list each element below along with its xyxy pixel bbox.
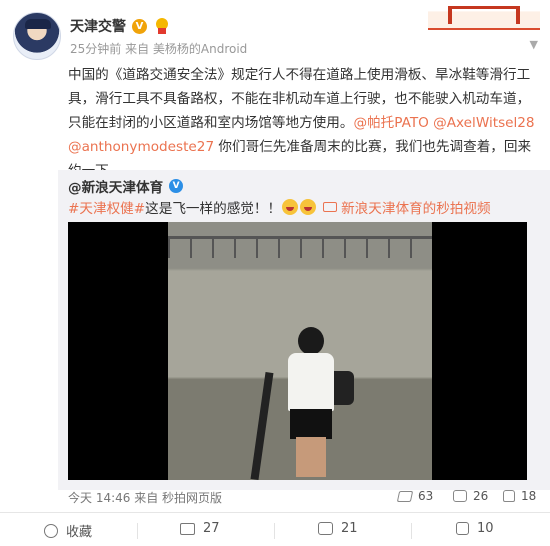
repost-button[interactable]: 27 (180, 521, 220, 536)
verified-badge-blue: V (169, 179, 184, 193)
laughing-emoji-icon (282, 199, 299, 215)
video-link[interactable]: 新浪天津体育的秒拍视频 (341, 197, 491, 217)
video-player[interactable] (68, 222, 527, 480)
video-frame (168, 222, 432, 480)
share-icon (396, 490, 414, 502)
award-icon[interactable] (153, 18, 171, 34)
divider (274, 523, 275, 539)
user-name[interactable]: 天津交警 (70, 16, 126, 36)
repost-like-count: 18 (521, 489, 537, 503)
repost-comment-count: 26 (473, 489, 489, 503)
like-icon (456, 522, 469, 535)
person-shorts (290, 409, 332, 439)
comment-count: 21 (341, 521, 358, 536)
mention-axelwitsel[interactable]: @AxelWitsel28 (433, 115, 534, 131)
favorite-label: 收藏 (66, 525, 93, 540)
comment-icon (453, 490, 467, 502)
divider (137, 523, 138, 539)
repost-share-stat[interactable]: 63 (396, 489, 434, 503)
great-wall-graphic (448, 6, 520, 24)
person-on-scooter (278, 327, 354, 477)
avatar-cap-decoration (25, 19, 51, 29)
repost-author-row: @新浪天津体育 V (68, 176, 184, 196)
name-row: 天津交警 V (70, 16, 171, 36)
avatar[interactable] (13, 12, 61, 60)
verified-badge: V (132, 18, 147, 34)
repost-author[interactable]: @新浪天津体育 (68, 176, 163, 196)
favorite-icon (44, 523, 58, 538)
person-head (298, 327, 324, 355)
mention-anthonymodeste[interactable]: @anthonymodeste27 (68, 139, 214, 155)
laughing-emoji-icon (300, 199, 317, 215)
person-legs (296, 437, 326, 477)
mention-pato[interactable]: @帕托PATO (353, 115, 428, 131)
post-meta: 25分钟前 来自 美杨杨的Android (70, 42, 248, 56)
repost-footer: 今天 14:46 来自 秒拍网页版 63 26 18 (58, 486, 550, 508)
repost-card: @新浪天津体育 V #天津权健# 这是飞一样的感觉！！ 新浪天津体育的秒拍视频 (58, 170, 550, 490)
post-header: 天津交警 V 25分钟前 来自 美杨杨的Android ▼ (0, 0, 550, 62)
repost-count: 27 (203, 521, 220, 536)
repost-icon (180, 522, 195, 535)
topic-tag[interactable]: #天津权健# (68, 197, 145, 217)
repost-text: #天津权健# 这是飞一样的感觉！！ 新浪天津体育的秒拍视频 (68, 197, 491, 217)
post-text: 中国的《道路交通安全法》规定行人不得在道路上使用滑板、旱冰鞋等滑行工具，滑行工具… (68, 63, 538, 183)
like-count: 10 (477, 521, 494, 536)
repost-like-stat[interactable]: 18 (503, 489, 536, 503)
scooter (250, 371, 274, 480)
repost-share-count: 63 (418, 489, 434, 503)
repost-comment-stat[interactable]: 26 (453, 489, 488, 503)
like-icon (503, 490, 515, 502)
comment-icon (318, 522, 333, 535)
action-bar: 收藏 27 21 10 (0, 512, 550, 546)
repost-body: 这是飞一样的感觉！！ (145, 201, 282, 217)
favorite-button[interactable]: 收藏 (44, 521, 92, 540)
great-wall-banner (428, 0, 540, 30)
video-link-icon[interactable] (323, 202, 338, 212)
chevron-down-icon[interactable]: ▼ (530, 38, 538, 51)
person-shirt (288, 353, 334, 411)
railing (168, 236, 432, 258)
like-button[interactable]: 10 (456, 521, 494, 536)
divider (411, 523, 412, 539)
comment-button[interactable]: 21 (318, 521, 358, 536)
repost-time-info[interactable]: 今天 14:46 来自 秒拍网页版 (68, 489, 222, 506)
